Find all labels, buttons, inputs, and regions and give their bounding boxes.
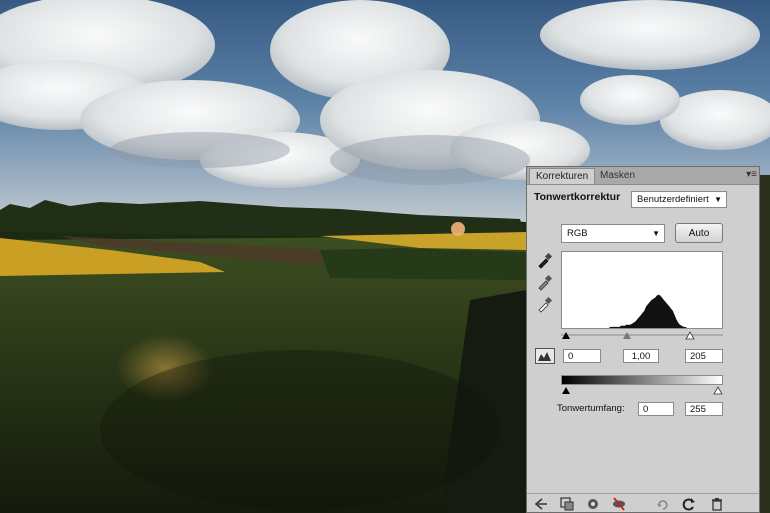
preset-value: Benutzerdefiniert [637,194,709,205]
panel-bottom-toolbar [527,493,759,513]
panel-tab-bar: Korrekturen Masken ▾≡ [527,167,759,185]
visibility-eye-icon[interactable] [585,496,601,512]
output-white-field[interactable]: 255 [685,402,723,416]
channel-dropdown[interactable]: RGB ▼ [561,224,665,243]
input-levels-slider[interactable] [561,330,723,340]
tab-masken[interactable]: Masken [594,168,641,184]
channel-value: RGB [567,228,588,239]
trash-icon[interactable] [709,496,725,512]
adjustment-title: Tonwertkorrektur [534,191,621,203]
output-levels-label: Tonwertumfang: [557,403,625,414]
histogram-graph [582,294,712,328]
gray-point-eyedropper-icon[interactable] [536,273,554,291]
chevron-down-icon: ▼ [652,229,660,238]
panel-menu-icon[interactable]: ▾≡ [746,168,757,182]
chevron-down-icon: ▼ [714,195,722,204]
histogram-area [582,294,712,328]
tab-korrekturen[interactable]: Korrekturen [529,168,596,184]
black-point-eyedropper-icon[interactable] [536,251,554,269]
histogram [561,251,723,329]
output-white-handle[interactable] [713,386,723,395]
view-previous-icon[interactable] [611,496,627,512]
auto-button[interactable]: Auto [675,223,723,243]
refresh-icon[interactable] [681,496,697,512]
output-levels-slider[interactable] [561,385,723,395]
clip-to-layer-icon[interactable] [559,496,575,512]
white-point-eyedropper-icon[interactable] [536,295,554,313]
output-black-field[interactable]: 0 [638,402,674,416]
input-gamma-field[interactable]: 1,00 [623,349,659,363]
back-arrow-icon[interactable] [533,496,549,512]
input-white-field[interactable]: 205 [685,349,723,363]
reset-icon[interactable] [655,496,671,512]
preset-dropdown[interactable]: Benutzerdefiniert ▼ [631,191,727,208]
adjustments-panel: Korrekturen Masken ▾≡ Tonwertkorrektur B… [526,166,760,513]
clipping-warning-icon[interactable] [535,348,555,364]
output-levels-gradient [561,375,723,385]
input-black-field[interactable]: 0 [563,349,601,363]
output-black-handle[interactable] [562,387,570,394]
